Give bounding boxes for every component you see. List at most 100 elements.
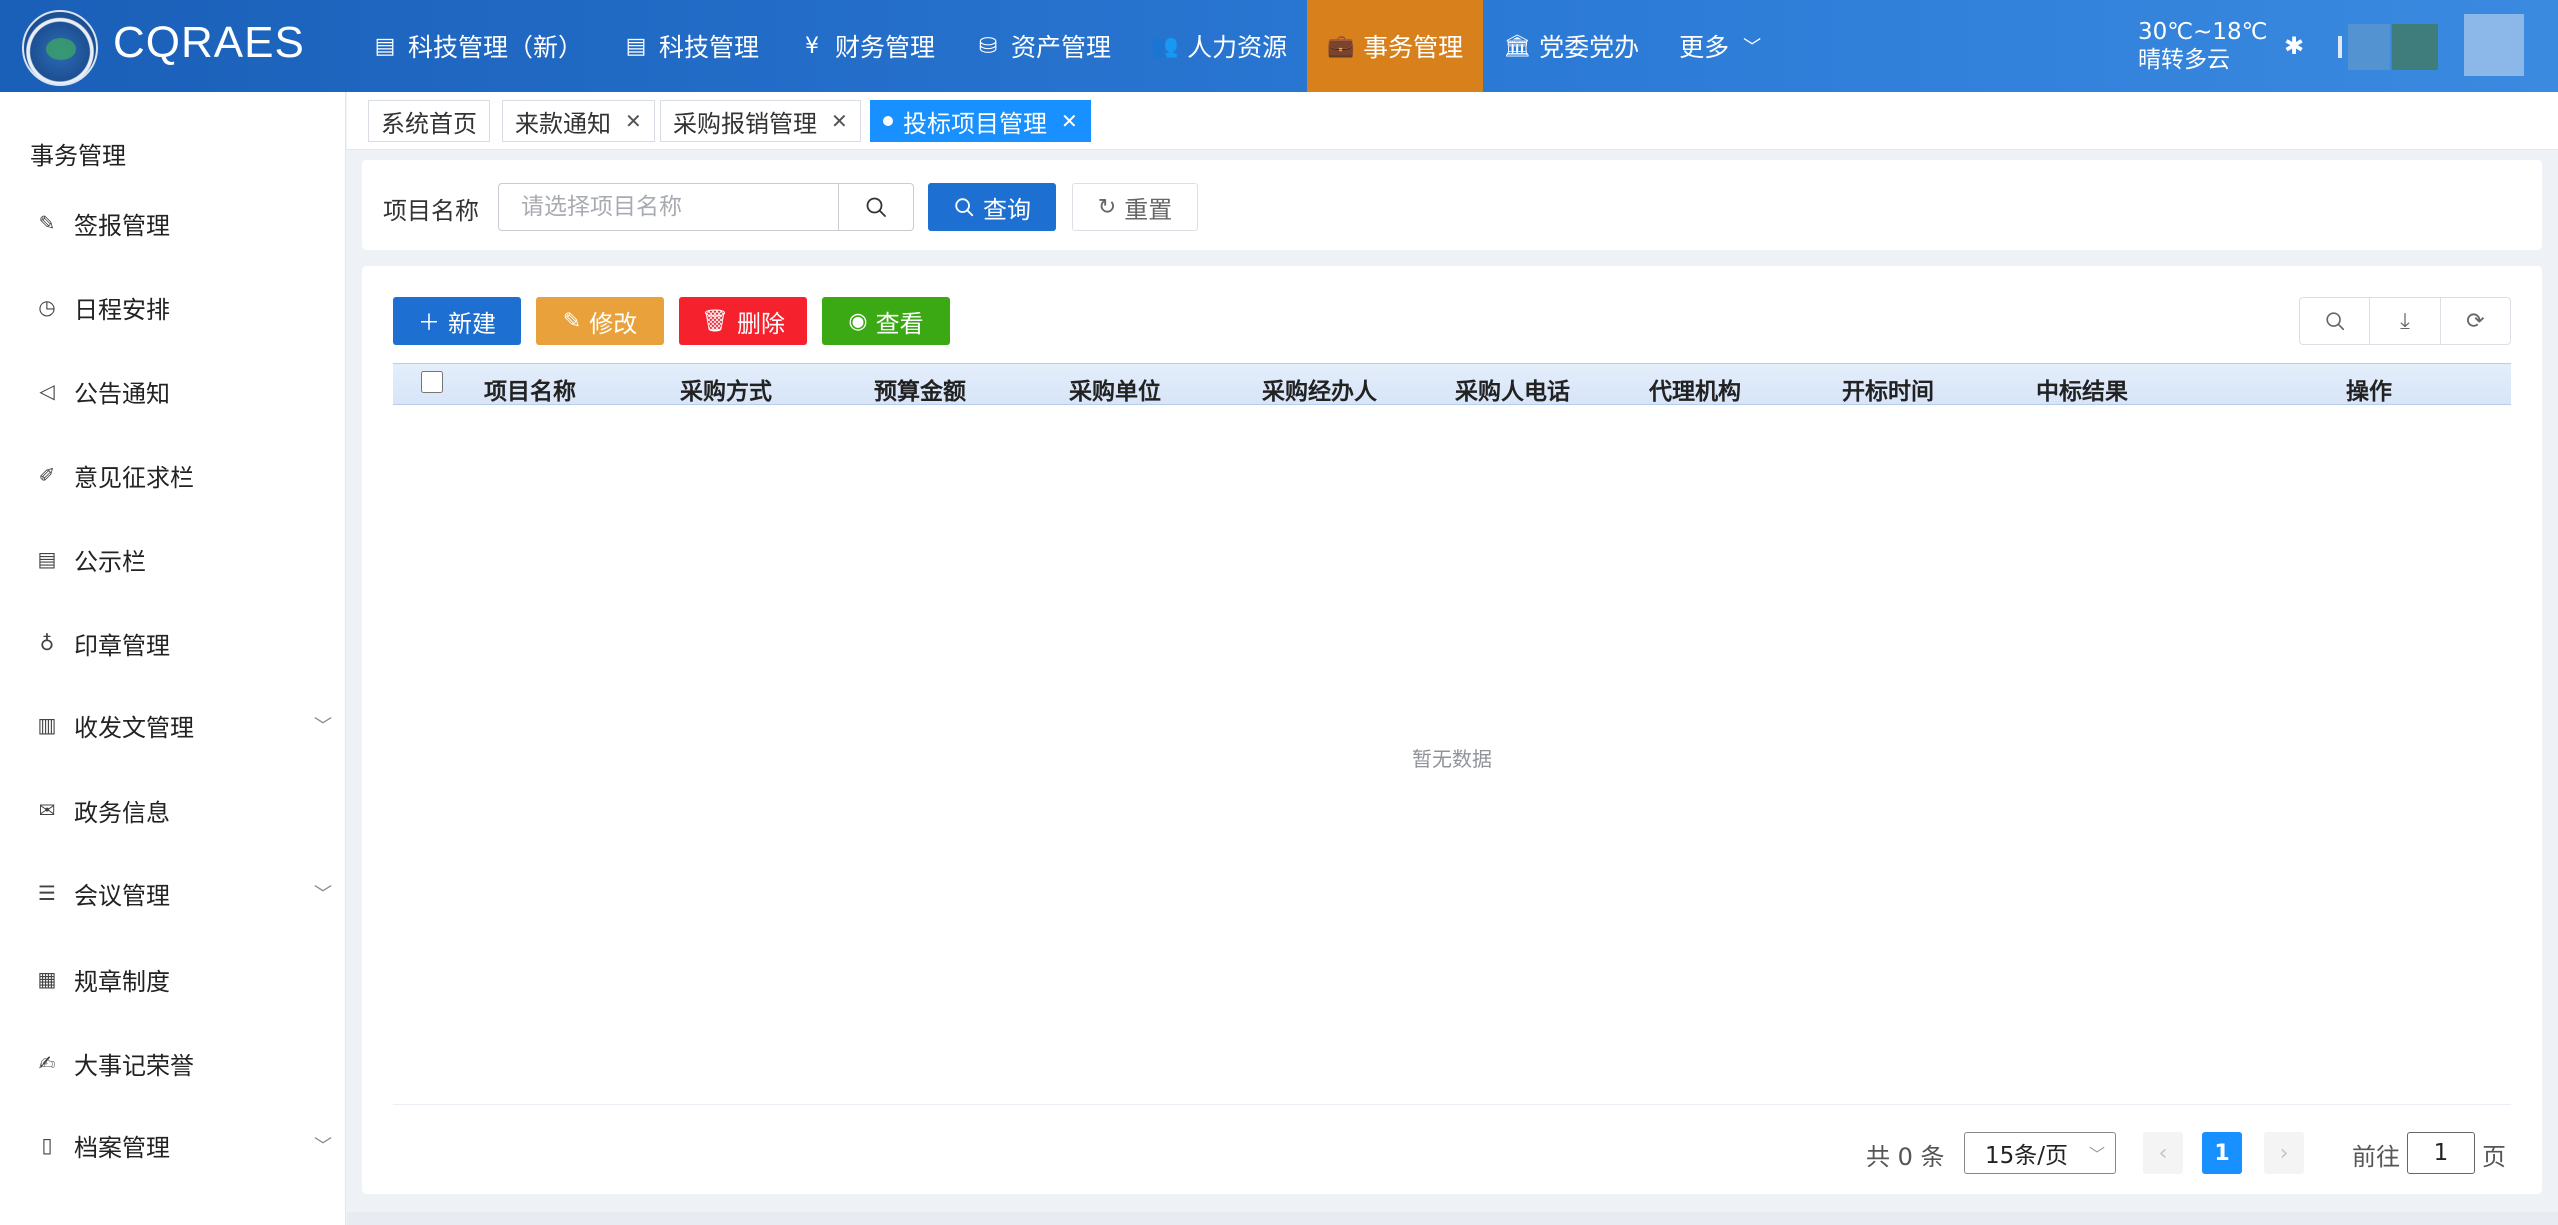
sidebar-item-label: 公告通知 xyxy=(74,379,170,408)
query-label: 查询 xyxy=(983,195,1031,224)
sidebar-item-meeting[interactable]: ☰ 会议管理 ﹀ xyxy=(0,863,346,923)
coins-icon: ⛁ xyxy=(978,33,998,59)
column-header[interactable]: 采购方式 xyxy=(680,372,772,406)
nav-more-label: 更多 xyxy=(1679,33,1730,62)
bug-icon[interactable]: ✱ xyxy=(2284,32,2304,60)
page-size-select[interactable]: 15条/页 ﹀ xyxy=(1964,1132,2116,1174)
new-label: 新建 xyxy=(448,309,496,338)
logo xyxy=(22,10,98,86)
sidebar-item-sign-report[interactable]: ✎ 签报管理 xyxy=(0,193,346,253)
nav-label: 财务管理 xyxy=(835,33,936,62)
edit-button[interactable]: ✎ 修改 xyxy=(536,297,664,345)
sidebar-item-announcement[interactable]: ◁ 公告通知 xyxy=(0,361,346,421)
nav-item-tech-new[interactable]: ▤ 科技管理（新） xyxy=(352,0,603,92)
reset-button[interactable]: ↻ 重置 xyxy=(1072,183,1198,231)
user-avatar-blurred[interactable] xyxy=(2392,24,2438,70)
column-header[interactable]: 代理机构 xyxy=(1649,372,1741,406)
nav-item-tech[interactable]: ▤ 科技管理 xyxy=(603,0,779,92)
view-button[interactable]: ◉ 查看 xyxy=(822,297,950,345)
select-all-checkbox[interactable] xyxy=(421,371,443,393)
chevron-down-icon: ﹀ xyxy=(314,716,332,737)
tab-label: 投标项目管理 xyxy=(903,109,1047,138)
project-name-label: 项目名称 xyxy=(383,197,479,225)
nav-item-party[interactable]: 🏛 党委党办 xyxy=(1483,0,1659,92)
chevron-down-icon: ﹀ xyxy=(2088,1145,2105,1164)
column-header[interactable]: 采购单位 xyxy=(1069,372,1161,406)
refresh-icon: ↻ xyxy=(1097,194,1117,220)
page-number-button[interactable]: 1 xyxy=(2202,1132,2242,1174)
table-tools: ⤓ ⟳ xyxy=(2299,297,2511,345)
chevron-right-icon: › xyxy=(2279,1140,2289,1166)
nav-label: 科技管理（新） xyxy=(408,33,584,62)
sidebar-item-gov-info[interactable]: ✉ 政务信息 xyxy=(0,780,346,840)
notebook-icon: ✍ xyxy=(38,1051,56,1075)
project-name-input[interactable] xyxy=(498,183,840,231)
sidebar-item-label: 规章制度 xyxy=(74,967,170,996)
tab-payment-notice[interactable]: 来款通知 ✕ xyxy=(502,100,655,142)
sidebar-item-events-honors[interactable]: ✍ 大事记荣誉 xyxy=(0,1033,346,1093)
export-button[interactable]: ⤓ xyxy=(2370,298,2441,344)
clock-icon: ◷ xyxy=(38,295,56,319)
tabs-bar: 系统首页 来款通知 ✕ 采购报销管理 ✕ 投标项目管理 ✕ xyxy=(347,92,2558,150)
column-header[interactable]: 中标结果 xyxy=(2036,372,2128,406)
sidebar-item-label: 政务信息 xyxy=(74,798,170,827)
archive-icon: ▯ xyxy=(41,1133,53,1157)
column-header[interactable]: 开标时间 xyxy=(1842,372,1934,406)
avatar[interactable] xyxy=(2464,14,2524,76)
query-button[interactable]: 查询 xyxy=(928,183,1056,231)
pen-icon: ✎ xyxy=(38,211,56,235)
chevron-down-icon: ﹀ xyxy=(1743,37,1762,58)
close-icon[interactable]: ✕ xyxy=(831,109,848,133)
top-nav: ▤ 科技管理（新） ▤ 科技管理 ¥ 财务管理 ⛁ 资产管理 👥 人力资源 💼 事务管理 🏛… xyxy=(352,0,1781,92)
user-info-blurred xyxy=(2348,24,2390,70)
columns-icon: ▥ xyxy=(37,713,57,737)
column-header[interactable]: 操作 xyxy=(2346,372,2392,406)
bank-icon: 🏛 xyxy=(1503,33,1532,59)
delete-button[interactable]: 🗑 删除 xyxy=(679,297,807,345)
nav-item-finance[interactable]: ¥ 财务管理 xyxy=(779,0,955,92)
column-header[interactable]: 预算金额 xyxy=(874,372,966,406)
users-icon: 👥 xyxy=(1151,33,1179,59)
sidebar-item-archives[interactable]: ▯ 档案管理 ﹀ xyxy=(0,1115,346,1175)
mail-icon: ✉ xyxy=(38,798,56,822)
sidebar: 事务管理 ✎ 签报管理 ◷ 日程安排 ◁ 公告通知 ✐ 意见征求栏 ▤ 公示栏 ♁ 印章管理… xyxy=(0,92,346,1225)
tab-purchase-reimburse[interactable]: 采购报销管理 ✕ xyxy=(660,100,861,142)
sidebar-item-seal[interactable]: ♁ 印章管理 xyxy=(0,613,346,673)
next-page-button[interactable]: › xyxy=(2264,1132,2304,1174)
delete-label: 删除 xyxy=(736,309,785,338)
tab-bidding-project[interactable]: 投标项目管理 ✕ xyxy=(870,100,1091,142)
new-button[interactable]: ＋ 新建 xyxy=(393,297,521,345)
refresh-button[interactable]: ⟳ xyxy=(2441,298,2510,344)
divider xyxy=(393,1104,2511,1105)
column-header[interactable]: 采购人电话 xyxy=(1455,372,1570,406)
goto-page-input[interactable] xyxy=(2407,1132,2475,1174)
sidebar-item-opinion[interactable]: ✐ 意见征求栏 xyxy=(0,445,346,505)
column-header[interactable]: 项目名称 xyxy=(484,372,576,406)
column-header[interactable]: 采购经办人 xyxy=(1262,372,1377,406)
nav-item-more[interactable]: 更多 ﹀ xyxy=(1659,0,1781,92)
nav-item-hr[interactable]: 👥 人力资源 xyxy=(1131,0,1307,92)
close-icon[interactable]: ✕ xyxy=(1061,109,1078,133)
nav-item-affairs[interactable]: 💼 事务管理 xyxy=(1307,0,1484,92)
search-icon-button[interactable] xyxy=(838,183,914,231)
yen-icon: ¥ xyxy=(805,33,820,59)
sidebar-item-label: 大事记荣誉 xyxy=(74,1051,194,1080)
tab-home[interactable]: 系统首页 xyxy=(368,100,490,142)
prev-page-button[interactable]: ‹ xyxy=(2143,1132,2183,1174)
search-panel: 项目名称 查询 ↻ 重置 xyxy=(362,160,2542,250)
pagination-total: 共 0 条 xyxy=(1866,1143,1945,1171)
nav-label: 资产管理 xyxy=(1011,33,1112,62)
table-header: 项目名称 采购方式 预算金额 采购单位 采购经办人 采购人电话 代理机构 开标时… xyxy=(393,363,2511,405)
sidebar-item-regulations[interactable]: ▦ 规章制度 xyxy=(0,949,346,1009)
briefcase-icon: 💼 xyxy=(1327,33,1355,59)
sidebar-item-documents[interactable]: ▥ 收发文管理 ﹀ xyxy=(0,695,346,755)
search-toggle-button[interactable] xyxy=(2300,298,2371,344)
sidebar-item-bulletin[interactable]: ▤ 公示栏 xyxy=(0,529,346,589)
feedback-icon: ✐ xyxy=(38,463,56,487)
sidebar-item-schedule[interactable]: ◷ 日程安排 xyxy=(0,277,346,337)
megaphone-icon: ◁ xyxy=(39,379,55,403)
nav-item-assets[interactable]: ⛁ 资产管理 xyxy=(955,0,1131,92)
close-icon[interactable]: ✕ xyxy=(625,109,642,133)
brand-title: CQRAES xyxy=(113,18,305,67)
goto-suffix: 页 xyxy=(2482,1143,2506,1171)
